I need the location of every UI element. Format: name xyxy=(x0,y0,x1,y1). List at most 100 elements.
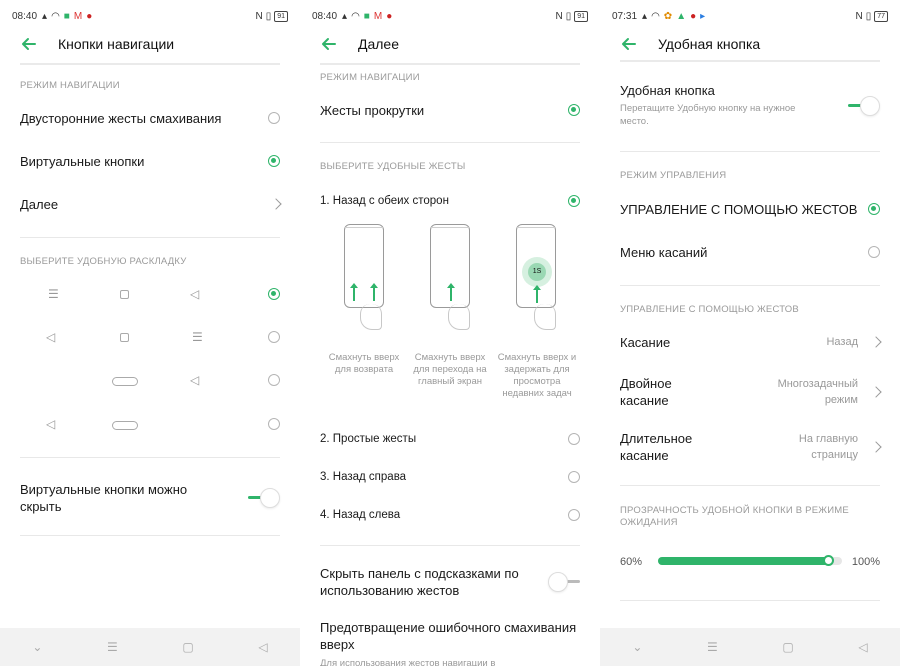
back-button[interactable] xyxy=(620,35,638,53)
back-icon[interactable]: ◁ xyxy=(258,640,267,654)
back-button[interactable] xyxy=(320,35,338,53)
home-pill-icon xyxy=(112,419,138,433)
hold-indicator: 1S xyxy=(522,257,552,287)
app-red-icon: ● xyxy=(386,10,393,22)
nfc-icon: N xyxy=(255,10,263,22)
vibrate-icon: ▯ xyxy=(865,10,872,22)
gesture-option-4[interactable]: 4. Назад слева xyxy=(320,506,580,524)
option-scroll-gestures[interactable]: Жесты прокрутки xyxy=(320,100,580,120)
hide-hints-toggle[interactable] xyxy=(548,572,580,592)
option-two-sided-gestures[interactable]: Двусторонние жесты смахивания xyxy=(20,108,280,128)
hide-hints-item[interactable]: Скрыть панель с подсказками по использов… xyxy=(320,563,580,601)
radio-button[interactable] xyxy=(268,418,280,430)
tap-action-item[interactable]: Касание Назад xyxy=(620,332,882,352)
hand-icon xyxy=(534,304,556,330)
battery-icon: 91 xyxy=(274,10,288,22)
radio-button[interactable] xyxy=(568,433,580,445)
page-title: Кнопки навигации xyxy=(58,36,175,52)
chevron-right-icon xyxy=(270,198,282,210)
back-icon[interactable]: ◁ xyxy=(858,640,867,654)
radio-button-selected[interactable] xyxy=(268,288,280,300)
caption-home: Смахнуть вверх для перехода на главный э… xyxy=(413,352,487,387)
option-virtual-buttons[interactable]: Виртуальные кнопки xyxy=(20,151,280,171)
status-bar: 08:40 ▴ ◠ ■ M ● N ▯ 91 xyxy=(312,8,588,24)
app-bar: Кнопки навигации xyxy=(20,30,280,58)
back-triangle-icon: ◁ xyxy=(190,287,200,301)
opacity-slider-handle[interactable] xyxy=(823,555,834,566)
option-label: 4. Назад слева xyxy=(320,509,401,521)
home-square-icon xyxy=(120,288,129,302)
option-label: Меню касаний xyxy=(620,244,708,260)
header-divider xyxy=(320,63,580,65)
menu-icon[interactable]: ☰ xyxy=(107,640,118,654)
gesture-option-3[interactable]: 3. Назад справа xyxy=(320,468,580,486)
hold-badge: 1S xyxy=(528,263,546,281)
section-header-nav-mode: РЕЖИМ НАВИГАЦИИ xyxy=(20,80,120,91)
chevron-down-icon[interactable]: ⌄ xyxy=(632,640,642,654)
layout-option-2[interactable]: ◁ ☰ xyxy=(20,327,280,347)
page-title: Далее xyxy=(358,36,400,52)
back-button[interactable] xyxy=(20,35,38,53)
back-arrow-icon xyxy=(322,38,336,50)
radio-button[interactable] xyxy=(568,509,580,521)
opacity-min-label: 60% xyxy=(620,556,643,568)
gesture-option-2[interactable]: 2. Простые жесты xyxy=(320,430,580,448)
home-icon[interactable]: ▢ xyxy=(182,640,193,654)
hide-buttons-toggle[interactable] xyxy=(248,488,280,508)
section-header-opacity: ПРОЗРАЧНОСТЬ УДОБНОЙ КНОПКИ В РЕЖИМЕ ОЖИ… xyxy=(620,505,849,528)
divider xyxy=(20,457,280,458)
hide-hints-label: Скрыть панель с подсказками по использов… xyxy=(320,566,519,598)
double-tap-label: Двойное касание xyxy=(620,376,672,408)
status-bar: 07:31 ▴ ◠ ✿ ▲ ● ▸ N ▯ 77 xyxy=(612,8,888,24)
tap-value: Назад xyxy=(826,336,858,348)
option-gesture-control[interactable]: УПРАВЛЕНИЕ С ПОМОЩЬЮ ЖЕСТОВ xyxy=(620,199,880,219)
wifi-icon: ◠ xyxy=(51,10,60,22)
wifi-icon: ◠ xyxy=(651,10,660,22)
section-header-gestures: ВЫБЕРИТЕ УДОБНЫЕ ЖЕСТЫ xyxy=(320,161,466,172)
menu-icon[interactable]: ☰ xyxy=(707,640,718,654)
section-header-gesture-control: УПРАВЛЕНИЕ С ПОМОЩЬЮ ЖЕСТОВ xyxy=(620,304,799,315)
radio-button-selected[interactable] xyxy=(568,195,580,207)
signal-icon: ▴ xyxy=(342,10,348,22)
chevron-right-icon xyxy=(870,441,882,453)
layout-option-4[interactable]: ◁ xyxy=(20,414,280,434)
more-settings-item[interactable]: Далее xyxy=(20,194,282,214)
tap-label: Касание xyxy=(620,334,671,350)
hide-virtual-buttons-item[interactable]: Виртуальные кнопки можно скрыть xyxy=(20,478,280,518)
radio-button-selected[interactable] xyxy=(268,155,280,167)
assistive-button-toggle[interactable] xyxy=(848,96,880,116)
header-divider xyxy=(20,63,280,65)
double-tap-action-item[interactable]: Двойное касание Многозадачный режим xyxy=(620,374,882,410)
signal-icon: ▴ xyxy=(642,10,648,22)
radio-button[interactable] xyxy=(268,331,280,343)
chevron-down-icon[interactable]: ⌄ xyxy=(32,640,42,654)
option-touch-menu[interactable]: Меню касаний xyxy=(620,242,880,262)
divider xyxy=(620,485,880,486)
radio-button[interactable] xyxy=(268,374,280,386)
radio-button[interactable] xyxy=(568,471,580,483)
system-nav-bar: ⌄ ☰ ▢ ◁ xyxy=(0,628,300,666)
opacity-max-label: 100% xyxy=(851,556,880,568)
play-icon: ▸ xyxy=(700,10,706,22)
radio-button-selected[interactable] xyxy=(868,203,880,215)
radio-button[interactable] xyxy=(268,112,280,124)
hand-icon xyxy=(360,304,382,330)
radio-button-selected[interactable] xyxy=(568,104,580,116)
prevent-swipe-description: Для использования жестов навигации в xyxy=(320,658,496,666)
opacity-slider[interactable] xyxy=(658,555,842,566)
notification-icons: ▴ ◠ ✿ ▲ ● ▸ xyxy=(642,11,705,22)
prevent-swipe-item[interactable]: Предотвращение ошибочного смахивания вве… xyxy=(320,619,580,655)
layout-option-1[interactable]: ☰ ◁ xyxy=(20,284,280,304)
layout-option-3[interactable]: ◁ xyxy=(20,370,280,390)
radio-button[interactable] xyxy=(868,246,880,258)
illustration-home-gesture xyxy=(430,224,470,308)
divider xyxy=(20,237,280,238)
status-bar: 08:40 ▴ ◠ ■ M ● N ▯ 91 xyxy=(12,8,288,24)
gesture-option-1[interactable]: 1. Назад с обеих сторон xyxy=(320,192,580,210)
long-press-action-item[interactable]: Длительное касание На главную страницу xyxy=(620,429,882,465)
home-icon[interactable]: ▢ xyxy=(782,640,793,654)
assistive-button-item[interactable]: Удобная кнопка Перетащите Удобную кнопку… xyxy=(620,82,880,134)
gmail-icon: M xyxy=(73,10,83,22)
divider xyxy=(620,151,880,152)
gmail-icon: M xyxy=(373,10,383,22)
